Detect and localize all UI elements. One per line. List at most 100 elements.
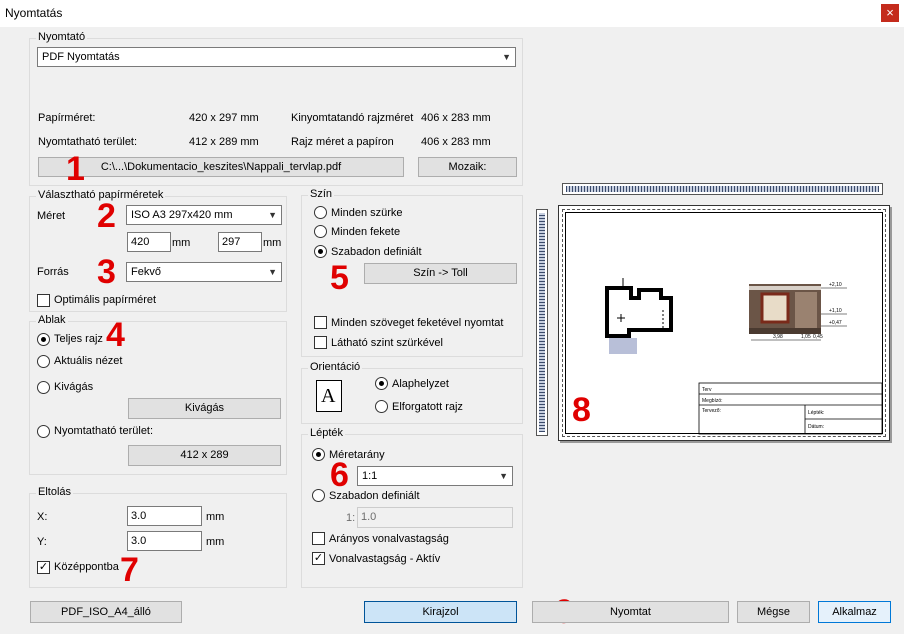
printable-area-radio[interactable]: [37, 425, 50, 438]
proportional-line-label: Arányos vonalvastagság: [329, 533, 449, 545]
color-to-pen-button[interactable]: Szín -> Toll: [364, 263, 517, 284]
draw-button[interactable]: Kirajzol: [364, 601, 517, 623]
free-scale-prefix: 1:: [346, 512, 356, 524]
printable-area-button[interactable]: 412 x 289: [128, 445, 281, 466]
marker-4: 4: [106, 316, 125, 354]
all-gray-label: Minden szürke: [331, 207, 403, 219]
printable-area-label: Nyomtatható terület:: [38, 136, 138, 148]
marker-6: 6: [330, 456, 349, 494]
visible-level-gray-label: Látható szint szürkével: [331, 337, 443, 349]
rotated-orientation-label: Elforgatott rajz: [392, 401, 463, 413]
full-drawing-label: Teljes rajz: [54, 333, 103, 345]
paper-source-select[interactable]: Fekvő ▼: [126, 262, 282, 282]
orientation-group-label: Orientáció: [308, 361, 363, 373]
paper-width-input[interactable]: 420: [127, 232, 171, 252]
line-active-checkbox[interactable]: ✓: [312, 552, 325, 565]
drawing-on-paper-label: Rajz méret a papíron: [291, 136, 394, 148]
marker-1: 1: [66, 150, 85, 188]
window-group-label: Ablak: [36, 314, 68, 326]
section-image: [749, 284, 821, 334]
optimal-paper-label: Optimális papírméret: [54, 294, 157, 306]
cutout-label: Kivágás: [54, 381, 94, 393]
cutout-radio[interactable]: [37, 381, 50, 394]
paper-height-input[interactable]: 297: [218, 232, 262, 252]
ratio-radio[interactable]: [312, 448, 325, 461]
free-color-label: Szabadon definiált: [331, 246, 422, 258]
all-black-radio[interactable]: [314, 225, 327, 238]
cutout-button[interactable]: Kivágás: [128, 398, 281, 419]
dim-label: 3,98: [773, 334, 783, 340]
printer-selected: PDF Nyomtatás: [42, 51, 120, 63]
scale-group-label: Lépték: [308, 427, 346, 439]
dim-label: +0,47: [829, 320, 842, 326]
marker-7: 7: [120, 551, 139, 589]
paper-size-select[interactable]: ISO A3 297x420 mm ▼: [126, 205, 282, 225]
vertical-ruler[interactable]: [536, 209, 548, 436]
offset-x-label: X:: [37, 511, 48, 523]
marker-5: 5: [330, 259, 349, 297]
current-view-radio[interactable]: [37, 355, 50, 368]
marker-3: 3: [97, 253, 116, 291]
all-gray-radio[interactable]: [314, 206, 327, 219]
offset-y-label: Y:: [37, 536, 47, 548]
offset-x-input[interactable]: 3.0: [127, 506, 202, 526]
horizontal-ruler-ticks: [566, 186, 879, 192]
cancel-button[interactable]: Mégse: [737, 601, 810, 623]
title-block-row1: Terv: [702, 387, 712, 393]
offset-x-unit: mm: [206, 511, 225, 523]
floor-plan-preview: +2,10 +1,10 +0,47 3,98 1,05 0,45 Terv Me…: [605, 278, 883, 435]
marker-8: 8: [572, 391, 591, 429]
height-unit: mm: [263, 237, 282, 249]
title-block-text: Terv Megbízó: Tervező: Lépték: Dátum:: [702, 387, 824, 430]
printer-select[interactable]: PDF Nyomtatás ▼: [37, 47, 516, 67]
ratio-select[interactable]: 1:1 ▼: [357, 466, 513, 486]
visible-level-gray-checkbox[interactable]: [314, 336, 327, 349]
horizontal-ruler[interactable]: [562, 183, 883, 195]
apply-button[interactable]: Alkalmaz: [818, 601, 891, 623]
title-block-row2: Megbízó:: [702, 398, 723, 404]
color-group-label: Szín: [308, 188, 335, 200]
chevron-down-icon: ▼: [268, 267, 277, 277]
print-button[interactable]: Nyomtat: [532, 601, 729, 623]
dim-label: +2,10: [829, 282, 842, 288]
vertical-ruler-ticks: [539, 213, 545, 432]
source-label: Forrás: [37, 266, 69, 278]
width-unit: mm: [172, 237, 191, 249]
hatched-block: [609, 338, 637, 354]
offset-y-unit: mm: [206, 536, 225, 548]
proportional-line-checkbox[interactable]: [312, 532, 325, 545]
free-scale-input[interactable]: 1.0: [357, 507, 513, 528]
print-size-value: 406 x 283 mm: [421, 112, 491, 124]
paper-size-label: Papírméret:: [38, 112, 96, 124]
marker-2: 2: [97, 197, 116, 235]
chevron-down-icon: ▼: [502, 52, 511, 62]
dim-label: 1,05: [801, 334, 811, 340]
paper-source-selected: Fekvő: [131, 266, 161, 278]
center-label: Középpontba: [54, 561, 119, 573]
dim-label: +1,10: [829, 308, 842, 314]
mosaic-button[interactable]: Mozaik:: [418, 157, 517, 177]
all-text-black-checkbox[interactable]: [314, 316, 327, 329]
title-block-date: Dátum:: [808, 424, 824, 430]
free-color-radio[interactable]: [314, 245, 327, 258]
title-bar: Nyomtatás ×: [0, 0, 904, 27]
offset-y-input[interactable]: 3.0: [127, 531, 202, 551]
offset-group-label: Eltolás: [36, 486, 74, 498]
default-orientation-radio[interactable]: [375, 377, 388, 390]
title-block-row3: Tervező:: [702, 408, 721, 414]
close-button[interactable]: ×: [881, 4, 899, 22]
file-path-button[interactable]: C:\...\Dokumentacio_keszites\Nappali_ter…: [38, 157, 404, 177]
rotated-orientation-radio[interactable]: [375, 400, 388, 413]
orientation-page-icon: A: [316, 380, 342, 412]
print-preview[interactable]: +2,10 +1,10 +0,47 3,98 1,05 0,45 Terv Me…: [558, 205, 890, 441]
free-scale-radio[interactable]: [312, 489, 325, 502]
default-orientation-label: Alaphelyzet: [392, 378, 449, 390]
optimal-paper-checkbox[interactable]: [37, 294, 50, 307]
full-drawing-radio[interactable]: [37, 333, 50, 346]
center-checkbox[interactable]: ✓: [37, 561, 50, 574]
drawing-on-paper-value: 406 x 283 mm: [421, 136, 491, 148]
preset-button[interactable]: PDF_ISO_A4_álló: [30, 601, 182, 623]
printable-area-value: 412 x 289 mm: [189, 136, 259, 148]
chevron-down-icon: ▼: [499, 471, 508, 481]
line-active-label: Vonalvastagság - Aktív: [329, 553, 441, 565]
